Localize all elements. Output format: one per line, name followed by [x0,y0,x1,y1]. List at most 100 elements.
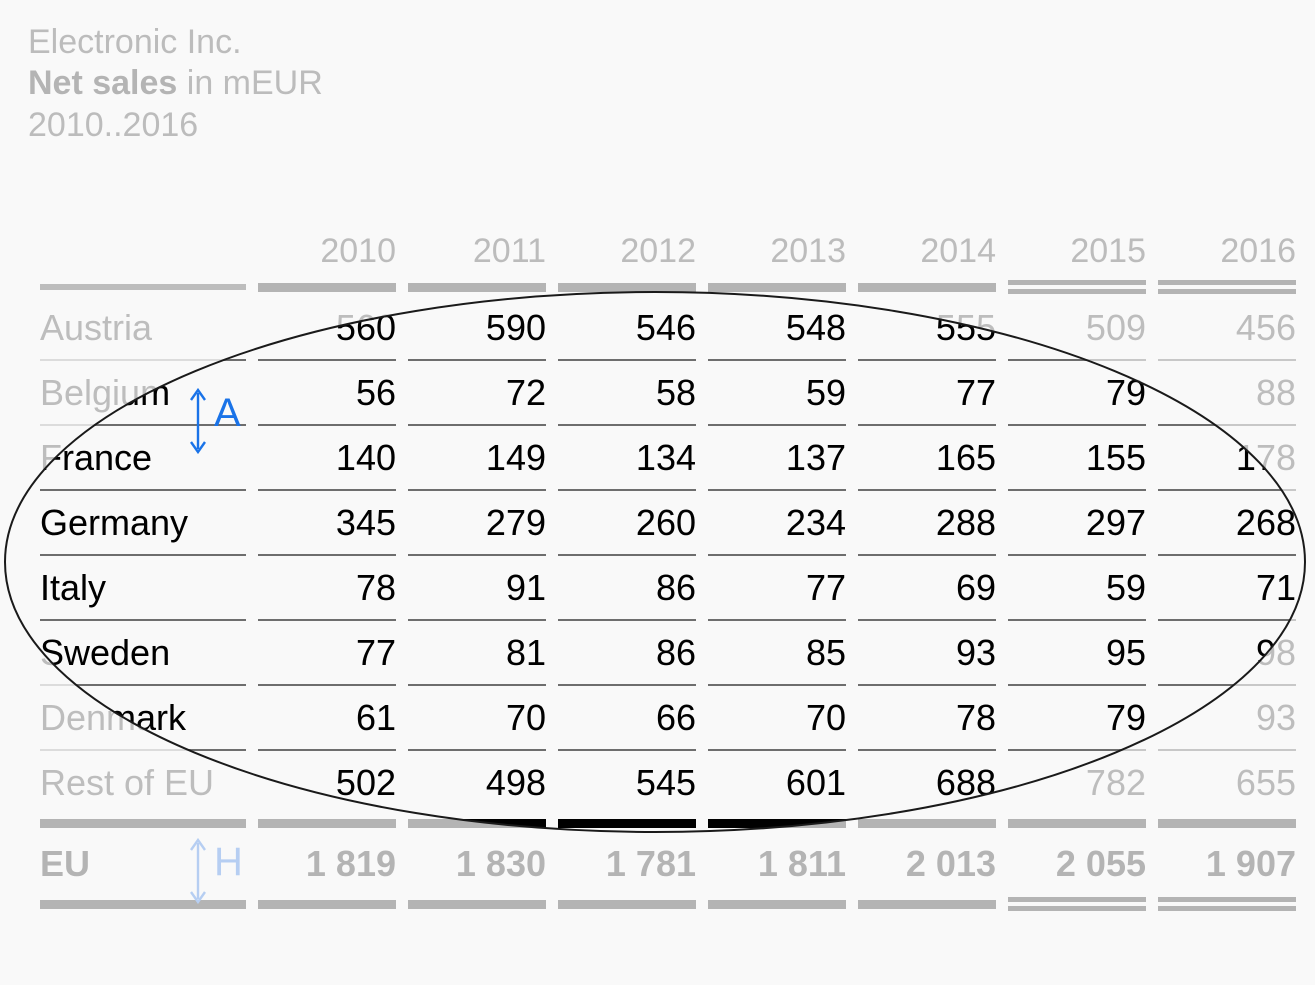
rule-bar [1008,897,1146,911]
rule-bar [558,899,696,909]
cell-1-2[interactable]: 58 [558,359,696,424]
cell-4-5[interactable]: 59 [1008,554,1146,619]
cell-4-1[interactable]: 91 [408,554,546,619]
total-height-label: H [214,840,243,884]
total-bottom-rule-row [40,895,1296,913]
rule-bar [858,282,996,292]
cell-5-3[interactable]: 85 [708,619,846,684]
header-rule-2013 [708,278,846,296]
total-top-rule-2016 [1158,814,1296,832]
header-rule-label [40,278,246,296]
cell-3-1[interactable]: 279 [408,489,546,554]
cell-5-1[interactable]: 81 [408,619,546,684]
cell-4-0[interactable]: 78 [258,554,396,619]
total-top-rule-2014 [858,814,996,832]
cell-6-3[interactable]: 70 [708,684,846,749]
rule-bar [1008,818,1146,828]
total-cell-4[interactable]: 2 013 [858,832,996,895]
cell-6-4[interactable]: 78 [858,684,996,749]
cell-3-5[interactable]: 297 [1008,489,1146,554]
cell-3-4[interactable]: 288 [858,489,996,554]
cell-7-2[interactable]: 545 [558,749,696,814]
cell-3-2[interactable]: 260 [558,489,696,554]
cell-7-6[interactable]: 655 [1158,749,1296,814]
cell-1-4[interactable]: 77 [858,359,996,424]
rule-bar [258,818,396,828]
table-row[interactable]: Denmark 61 70 66 70 78 79 93 [40,684,1296,749]
cell-4-4[interactable]: 69 [858,554,996,619]
cell-4-3[interactable]: 77 [708,554,846,619]
total-cell-2[interactable]: 1 781 [558,832,696,895]
cell-6-0[interactable]: 61 [258,684,396,749]
total-cell-0[interactable]: 1 819 [258,832,396,895]
total-cell-1[interactable]: 1 830 [408,832,546,895]
rule-bar [258,899,396,909]
header-cell-2013[interactable]: 2013 [708,228,846,278]
cell-5-2[interactable]: 86 [558,619,696,684]
cell-3-0[interactable]: 345 [258,489,396,554]
total-bottom-rule-2012 [558,895,696,913]
cell-7-3[interactable]: 601 [708,749,846,814]
rule-bar [258,282,396,292]
cell-2-1[interactable]: 149 [408,424,546,489]
cell-6-5[interactable]: 79 [1008,684,1146,749]
header-cell-2012[interactable]: 2012 [558,228,696,278]
header-cell-2015[interactable]: 2015 [1008,228,1146,278]
cell-2-2[interactable]: 134 [558,424,696,489]
row-label-3: Germany [40,489,246,554]
cell-0-3[interactable]: 548 [708,296,846,359]
header-rule-2015 [1008,278,1146,296]
cell-6-2[interactable]: 66 [558,684,696,749]
cell-1-0[interactable]: 56 [258,359,396,424]
rule-bar [1158,818,1296,828]
total-bottom-rule-2010 [258,895,396,913]
cell-6-1[interactable]: 70 [408,684,546,749]
header-cell-label [40,228,246,278]
total-bottom-rule-2014 [858,895,996,913]
rule-bar [708,282,846,292]
rule-bar [40,899,246,909]
header-cell-2014[interactable]: 2014 [858,228,996,278]
table-row[interactable]: Germany 345 279 260 234 288 297 268 [40,489,1296,554]
header-rule-2011 [408,278,546,296]
header-cell-2010[interactable]: 2010 [258,228,396,278]
cell-2-5[interactable]: 155 [1008,424,1146,489]
cell-5-4[interactable]: 93 [858,619,996,684]
cell-4-2[interactable]: 86 [558,554,696,619]
row-label-0: Austria [40,306,153,348]
total-cell-6[interactable]: 1 907 [1158,832,1296,895]
cell-2-0[interactable]: 140 [258,424,396,489]
cell-1-1[interactable]: 72 [408,359,546,424]
cell-0-6[interactable]: 456 [1158,296,1296,359]
cell-1-3[interactable]: 59 [708,359,846,424]
total-bottom-rule-2013 [708,895,846,913]
table-row[interactable]: Sweden 77 81 86 85 93 95 98 [40,619,1296,684]
row-label-5: Sweden [40,619,246,684]
cell-4-6[interactable]: 71 [1158,554,1296,619]
table-row[interactable]: Italy 78 91 86 77 69 59 71 [40,554,1296,619]
cell-3-3[interactable]: 234 [708,489,846,554]
total-bottom-rule-2011 [408,895,546,913]
cell-7-1[interactable]: 498 [408,749,546,814]
cell-2-4[interactable]: 165 [858,424,996,489]
cell-3-6[interactable]: 268 [1158,489,1296,554]
cell-5-5[interactable]: 95 [1008,619,1146,684]
header-cell-2016[interactable]: 2016 [1158,228,1296,278]
total-top-rule-label [40,814,246,832]
total-top-rule-2010 [258,814,396,832]
row-label-4: Italy [40,554,246,619]
rule-bar [858,899,996,909]
total-cell-3[interactable]: 1 811 [708,832,846,895]
rule-bar [858,818,996,828]
cell-0-2[interactable]: 546 [558,296,696,359]
rule-bar [408,282,546,292]
header-cell-2011[interactable]: 2011 [408,228,546,278]
header-rule-2014 [858,278,996,296]
cell-5-0[interactable]: 77 [258,619,396,684]
rule-bar [1158,280,1296,294]
total-cell-5[interactable]: 2 055 [1008,832,1146,895]
row-height-label: A [214,391,241,435]
rule-bar [558,282,696,292]
header-rule-2016 [1158,278,1296,296]
cell-2-3[interactable]: 137 [708,424,846,489]
